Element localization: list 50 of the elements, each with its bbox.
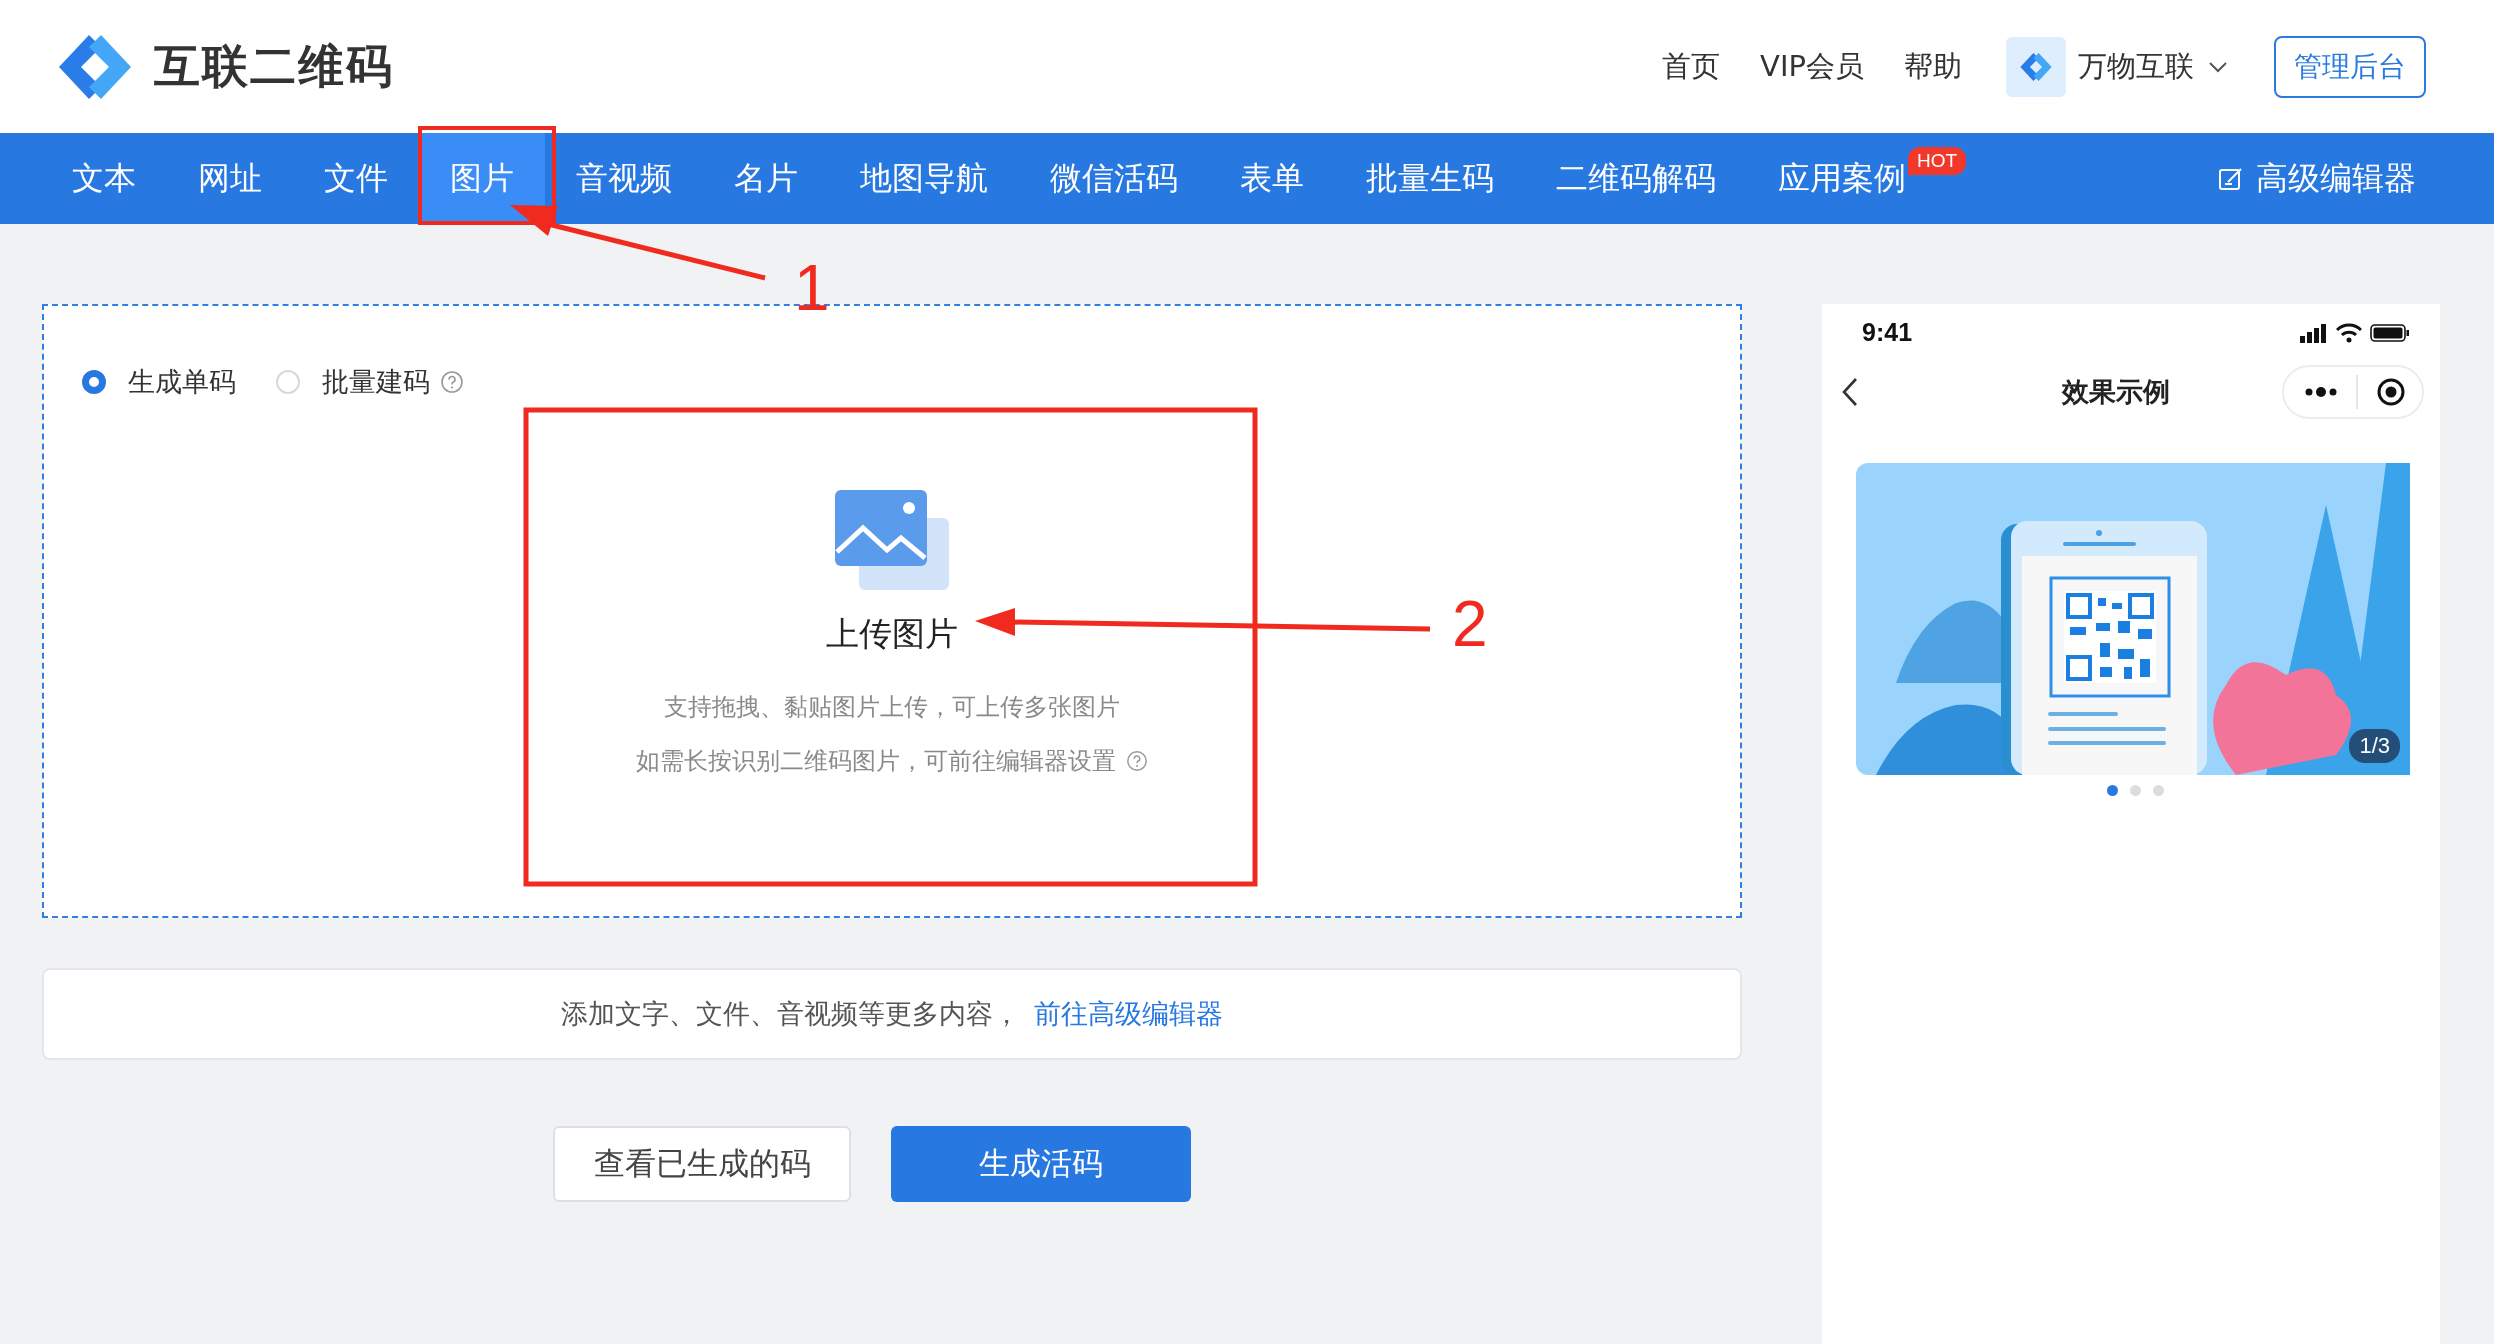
carousel-dot[interactable]	[2129, 785, 2141, 796]
header-link[interactable]: VIP会员	[1760, 46, 1864, 87]
chevron-down-icon[interactable]	[2208, 60, 2228, 73]
carousel-dot[interactable]	[2106, 785, 2118, 796]
annotation-number: 2	[1452, 592, 1488, 656]
radio-button[interactable]	[82, 370, 106, 394]
header-link[interactable]: 帮助	[1904, 46, 1962, 87]
image-icon	[835, 490, 949, 590]
radio-label[interactable]: 生成单码	[128, 364, 236, 400]
edit-icon[interactable]	[2218, 165, 2244, 192]
help-icon[interactable]	[1126, 750, 1148, 772]
nav-tab[interactable]: 音视频	[545, 133, 703, 224]
battery-icon	[2370, 322, 2410, 343]
upload-dropzone[interactable]: 上传图片 支持拖拽、黏贴图片上传，可上传多张图片 如需长按识别二维码图片，可前往编辑器设置	[542, 466, 1242, 799]
admin-button[interactable]: 管理后台	[2274, 35, 2426, 98]
org-avatar-icon	[2006, 36, 2066, 97]
carousel-dot[interactable]	[2152, 785, 2164, 796]
upload-hint: 支持拖拽、黏贴图片上传，可上传多张图片	[664, 692, 1120, 723]
nav-tab[interactable]: 二维码解码	[1525, 133, 1747, 224]
annotation-number: 1	[794, 256, 830, 320]
nav-tab[interactable]: 文件	[293, 133, 419, 224]
nav-tab[interactable]: 网址	[167, 133, 293, 224]
target-icon[interactable]	[2376, 377, 2406, 407]
view-codes-button[interactable]: 查看已生成的码	[553, 1126, 851, 1202]
nav-tab[interactable]: 微信活码	[1019, 133, 1209, 224]
advanced-editor-link[interactable]: 前往高级编辑器	[1034, 996, 1223, 1032]
nav-tab[interactable]: 批量生码	[1335, 133, 1525, 224]
generate-button[interactable]: 生成活码	[891, 1126, 1191, 1202]
nav-tab[interactable]: 文本	[41, 133, 167, 224]
nav-tab[interactable]: 地图导航	[829, 133, 1019, 224]
header-link[interactable]: 首页	[1662, 46, 1721, 87]
nav-tab[interactable]: 名片	[703, 133, 829, 224]
back-icon[interactable]	[1840, 376, 1860, 408]
logo-text: 互联二维码	[154, 37, 394, 95]
upload-hint: 如需长按识别二维码图片，可前往编辑器设置	[636, 746, 1116, 777]
status-time: 9:41	[1862, 318, 1913, 347]
wifi-icon	[2336, 322, 2362, 343]
nav-tab[interactable]: 应用案例	[1747, 133, 1908, 224]
radio-label[interactable]: 批量建码	[322, 364, 430, 400]
nav-tab[interactable]: 表单	[1209, 133, 1335, 224]
upload-title: 上传图片	[826, 613, 958, 655]
preview-title: 效果示例	[2062, 375, 2170, 409]
help-icon[interactable]	[440, 370, 464, 394]
more-icon[interactable]	[2304, 385, 2338, 399]
more-content-text: 添加文字、文件、音视频等更多内容，	[561, 997, 1020, 1031]
org-name[interactable]: 万物互联	[2078, 46, 2194, 87]
capsule-menu[interactable]	[2282, 365, 2424, 419]
advanced-editor-link[interactable]: 高级编辑器	[2218, 156, 2416, 201]
signal-icon	[2300, 322, 2328, 343]
hot-badge: HOT	[1908, 147, 1967, 175]
